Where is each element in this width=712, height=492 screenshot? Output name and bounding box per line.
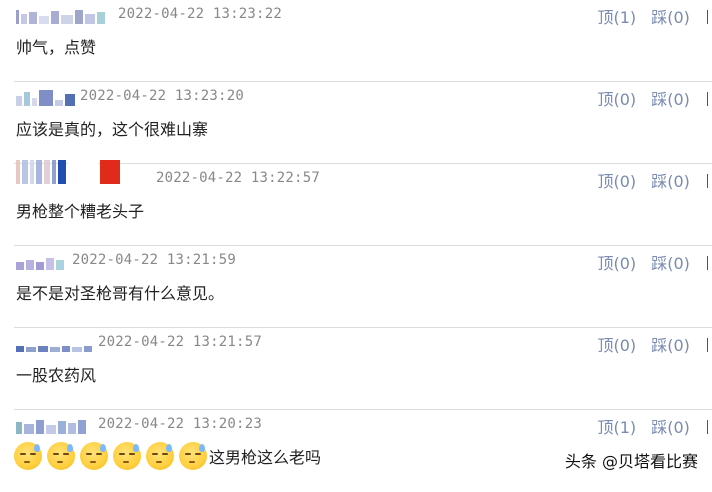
comment-timestamp: 2022-04-22 13:22:57 (156, 170, 320, 186)
upvote-button[interactable]: 顶(0) (597, 336, 636, 355)
comment-item: 2022-04-22 13:23:20 顶(0) 踩(0) 应该是真的，这个很难… (14, 82, 712, 164)
upvote-button[interactable]: 顶(0) (597, 90, 636, 109)
upvote-button[interactable]: 顶(1) (597, 8, 636, 27)
comment-text: 男枪整个糟老头子 (16, 202, 145, 221)
vote-controls: 顶(0) 踩(0) (587, 250, 708, 274)
downvote-button[interactable]: 踩(0) (651, 336, 690, 355)
divider (707, 10, 708, 24)
comment-text: 这男枪这么老吗 (209, 448, 322, 467)
username-pixelated[interactable] (16, 160, 120, 184)
divider (707, 338, 708, 352)
comment-text: 是不是对圣枪哥有什么意见。 (16, 284, 225, 303)
comment-item: 2022-04-22 13:21:57 顶(0) 踩(0) 一股农药风 (14, 328, 712, 410)
username-pixelated[interactable] (16, 416, 86, 434)
comment-text-row: 这男枪这么老吗 (14, 442, 321, 470)
sweat-smile-emoji-icon (14, 442, 42, 470)
sweat-smile-emoji-icon (146, 442, 174, 470)
divider (707, 174, 708, 188)
username-pixelated[interactable] (16, 6, 105, 24)
comment-timestamp: 2022-04-22 13:21:59 (72, 252, 236, 268)
downvote-button[interactable]: 踩(0) (651, 418, 690, 437)
divider (707, 92, 708, 106)
comment-text: 一股农药风 (16, 366, 97, 385)
comment-timestamp: 2022-04-22 13:21:57 (98, 334, 262, 350)
vote-controls: 顶(1) 踩(0) (587, 414, 708, 438)
vote-controls: 顶(0) 踩(0) (587, 332, 708, 356)
upvote-button[interactable]: 顶(0) (597, 254, 636, 273)
vote-controls: 顶(1) 踩(0) (587, 4, 708, 28)
comment-item: 2022-04-22 13:21:59 顶(0) 踩(0) 是不是对圣枪哥有什么… (14, 246, 712, 328)
comment-timestamp: 2022-04-22 13:20:23 (98, 416, 262, 432)
downvote-button[interactable]: 踩(0) (651, 172, 690, 191)
username-pixelated[interactable] (16, 252, 64, 270)
comment-timestamp: 2022-04-22 13:23:20 (80, 88, 244, 104)
comment-item: 2022-04-22 13:22:57 顶(0) 踩(0) 男枪整个糟老头子 (14, 160, 712, 246)
vote-controls: 顶(0) 踩(0) (587, 86, 708, 110)
comment-text: 应该是真的，这个很难山寨 (16, 120, 209, 139)
username-pixelated[interactable] (16, 334, 92, 352)
watermark: 头条 @贝塔看比赛 (564, 452, 698, 471)
sweat-smile-emoji-icon (113, 442, 141, 470)
downvote-button[interactable]: 踩(0) (651, 8, 690, 27)
sweat-smile-emoji-icon (179, 442, 207, 470)
comment-timestamp: 2022-04-22 13:23:22 (118, 6, 282, 22)
vote-controls: 顶(0) 踩(0) (587, 168, 708, 192)
divider (707, 256, 708, 270)
upvote-button[interactable]: 顶(0) (597, 172, 636, 191)
divider (707, 420, 708, 434)
downvote-button[interactable]: 踩(0) (651, 90, 690, 109)
upvote-button[interactable]: 顶(1) (597, 418, 636, 437)
sweat-smile-emoji-icon (47, 442, 75, 470)
sweat-smile-emoji-icon (80, 442, 108, 470)
username-pixelated[interactable] (16, 88, 75, 106)
downvote-button[interactable]: 踩(0) (651, 254, 690, 273)
comment-text: 帅气，点赞 (16, 38, 97, 57)
comment-item: 2022-04-22 13:23:22 顶(1) 踩(0) 帅气，点赞 (14, 0, 712, 82)
